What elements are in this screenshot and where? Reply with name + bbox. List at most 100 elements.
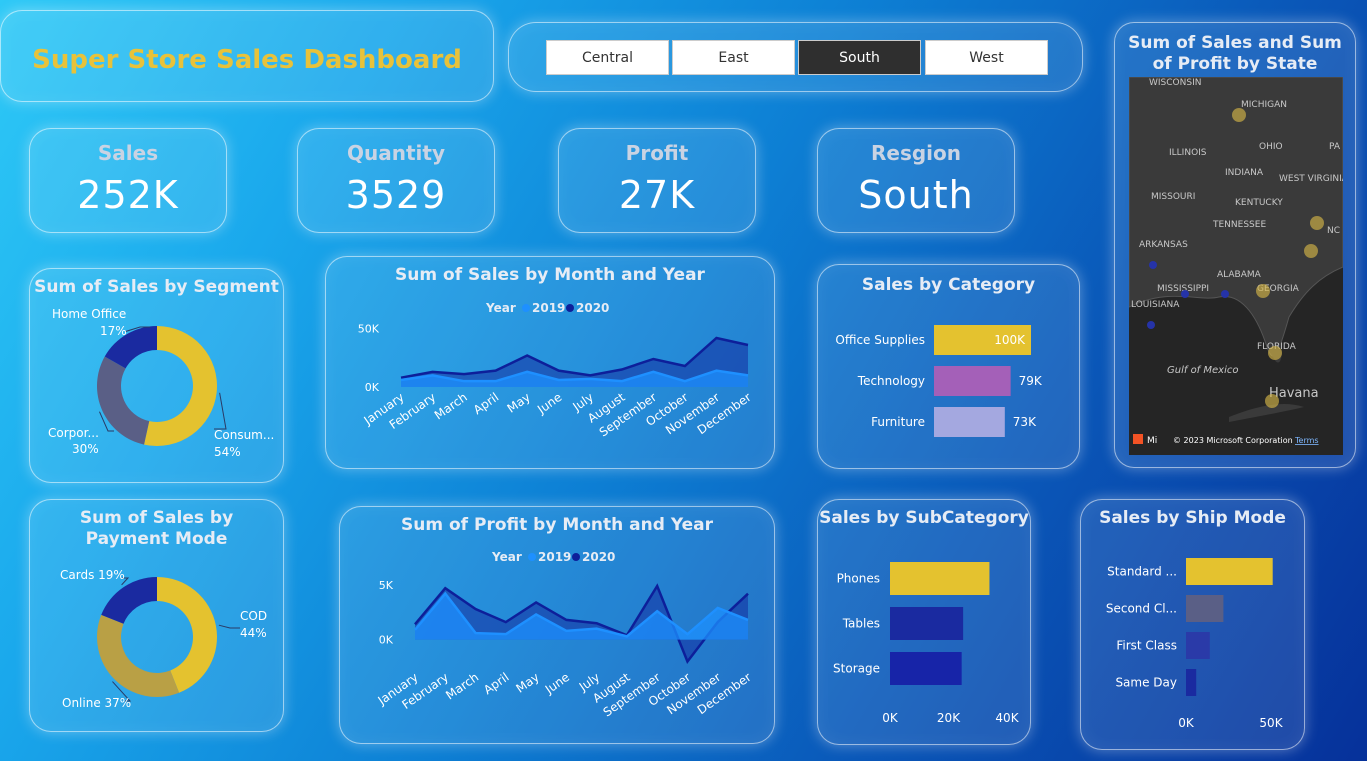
bar-furniture [934, 407, 1005, 437]
kpi-quantity-value: 3529 [345, 173, 447, 217]
title-card: Super Store Sales Dashboard [0, 10, 494, 102]
donut-label: Home Office [52, 307, 126, 321]
bar-label: Same Day [1115, 676, 1177, 690]
bar-technology [934, 366, 1011, 396]
map-label: ARKANSAS [1139, 240, 1188, 250]
slicer-south[interactable]: South [798, 40, 921, 75]
legend-item-2019: 2019 [532, 301, 565, 315]
donut-label: COD [240, 609, 267, 623]
y-tick-label: 0K [365, 381, 380, 394]
donut-label: Online 37% [62, 696, 131, 710]
map-label: PA [1329, 142, 1341, 152]
bar-sameday [1186, 669, 1197, 696]
donut-label: 54% [214, 445, 241, 459]
category-bar-chart[interactable]: Office Supplies 100K Technology 79K Furnitur… [818, 265, 1081, 470]
bar-standard [1186, 558, 1273, 585]
donut-label: 17% [100, 324, 127, 338]
subcategory-card: Sales by SubCategory Phones Tables Storage… [817, 499, 1031, 745]
map-label: NC [1327, 226, 1340, 236]
dashboard-title: Super Store Sales Dashboard [32, 45, 462, 75]
state-map[interactable]: WISCONSIN MICHIGAN ILLINOIS OHIO INDIANA WEST… [1129, 77, 1343, 455]
bar-label: First Class [1116, 639, 1177, 653]
donut-label: Consum... [214, 428, 274, 442]
bar-value-label: 100K [994, 333, 1026, 347]
bar-label: Furniture [871, 415, 925, 429]
payment-card: Sum of Sales by Payment Mode COD 44% Onlin… [29, 499, 284, 732]
x-tick-label: 50K [1259, 716, 1283, 730]
x-tick-label: April [471, 390, 502, 417]
kpi-quantity: Quantity 3529 [297, 128, 495, 233]
y-tick-label: 0K [379, 634, 394, 647]
map-label: ALABAMA [1217, 270, 1262, 280]
slicer-west[interactable]: West [925, 40, 1048, 75]
legend-marker-2020 [566, 304, 574, 312]
kpi-quantity-label: Quantity [347, 141, 445, 165]
profit-month-chart[interactable]: Year 2019 20200K5KJanuaryFebruaryMarch Apri… [340, 507, 776, 745]
x-tick-label: May [505, 390, 533, 416]
leader-line [218, 624, 240, 629]
donut-label: 30% [72, 442, 99, 456]
bar-label: Storage [833, 662, 880, 676]
map-label: LOUISIANA [1131, 300, 1180, 310]
subcategory-bar-chart[interactable]: Phones Tables Storage 0K 20K 40K [818, 500, 1032, 746]
bar-label: Technology [857, 374, 925, 388]
region-slicer: Central East South West [508, 22, 1083, 92]
map-bubble [1149, 261, 1157, 269]
sales-month-chart[interactable]: Year 2019 20200K50KJanuaryFebruaryMarch Apr… [326, 257, 776, 470]
map-label: OHIO [1259, 142, 1283, 152]
kpi-sales-label: Sales [97, 141, 159, 165]
x-tick-label: June [542, 670, 572, 697]
donut-label: Cards 19% [60, 568, 125, 582]
map-bubble [1221, 290, 1229, 298]
leader-line [214, 392, 227, 430]
map-label: KENTUCKY [1235, 198, 1283, 208]
kpi-sales-value: 252K [77, 173, 179, 217]
shipmode-bar-chart[interactable]: Standard ... Second Cl... First Class Same … [1081, 500, 1306, 751]
payment-donut-chart[interactable]: COD 44% Online 37% Cards 19% [30, 500, 285, 733]
kpi-profit: Profit 27K [558, 128, 756, 233]
shipmode-card: Sales by Ship Mode Standard ... Second Cl… [1080, 499, 1305, 750]
donut-slice-online [97, 614, 180, 697]
legend-marker-2019 [522, 304, 530, 312]
slicer-east[interactable]: East [672, 40, 795, 75]
bar-label: Phones [837, 572, 880, 586]
kpi-region-label: Resgion [870, 141, 962, 165]
slicer-central[interactable]: Central [546, 40, 669, 75]
map-canvas[interactable]: WISCONSIN MICHIGAN ILLINOIS OHIO INDIANA WEST… [1129, 77, 1343, 455]
microsoft-logo-icon [1133, 434, 1143, 444]
profit-month-card: Sum of Profit by Month and Year Year 2019… [339, 506, 775, 744]
x-tick-label: June [534, 390, 564, 417]
map-bubble [1232, 108, 1246, 122]
map-label: TENNESSEE [1212, 220, 1266, 230]
x-tick-label: 0K [882, 711, 899, 725]
x-tick-label: 0K [1178, 716, 1195, 730]
map-label: INDIANA [1225, 168, 1264, 178]
map-label: MISSOURI [1151, 192, 1195, 202]
legend-title: Year [491, 550, 522, 564]
bar-label: Standard ... [1107, 565, 1177, 579]
kpi-region: Resgion South [817, 128, 1015, 233]
map-label: WISCONSIN [1149, 78, 1201, 88]
donut-label: Corpor... [48, 426, 99, 440]
x-tick-label: April [481, 670, 512, 697]
map-bubble [1265, 394, 1279, 408]
map-bubble [1304, 244, 1318, 258]
map-label: Gulf of Mexico [1167, 365, 1238, 376]
map-logo-text: Mi [1147, 436, 1157, 446]
bar-phones [890, 562, 990, 595]
donut-slice-cards [101, 577, 157, 624]
x-tick-label: May [513, 670, 541, 696]
map-terms-link[interactable]: Terms [1294, 436, 1319, 445]
map-label: WEST VIRGINIA [1279, 174, 1343, 184]
segment-card: Sum of Sales by Segment Consum... 54% Corp… [29, 268, 284, 483]
bar-firstclass [1186, 632, 1210, 659]
bar-secondcl [1186, 595, 1224, 622]
y-tick-label: 50K [358, 323, 380, 336]
x-tick-label: 20K [937, 711, 961, 725]
legend-title: Year [485, 301, 516, 315]
legend-item-2020: 2020 [576, 301, 609, 315]
y-tick-label: 5K [379, 579, 394, 592]
map-label: MICHIGAN [1241, 100, 1287, 110]
segment-donut-chart[interactable]: Consum... 54% Corpor... 30% Home Office 17% [30, 269, 285, 484]
bar-value-label: 73K [1013, 415, 1037, 429]
